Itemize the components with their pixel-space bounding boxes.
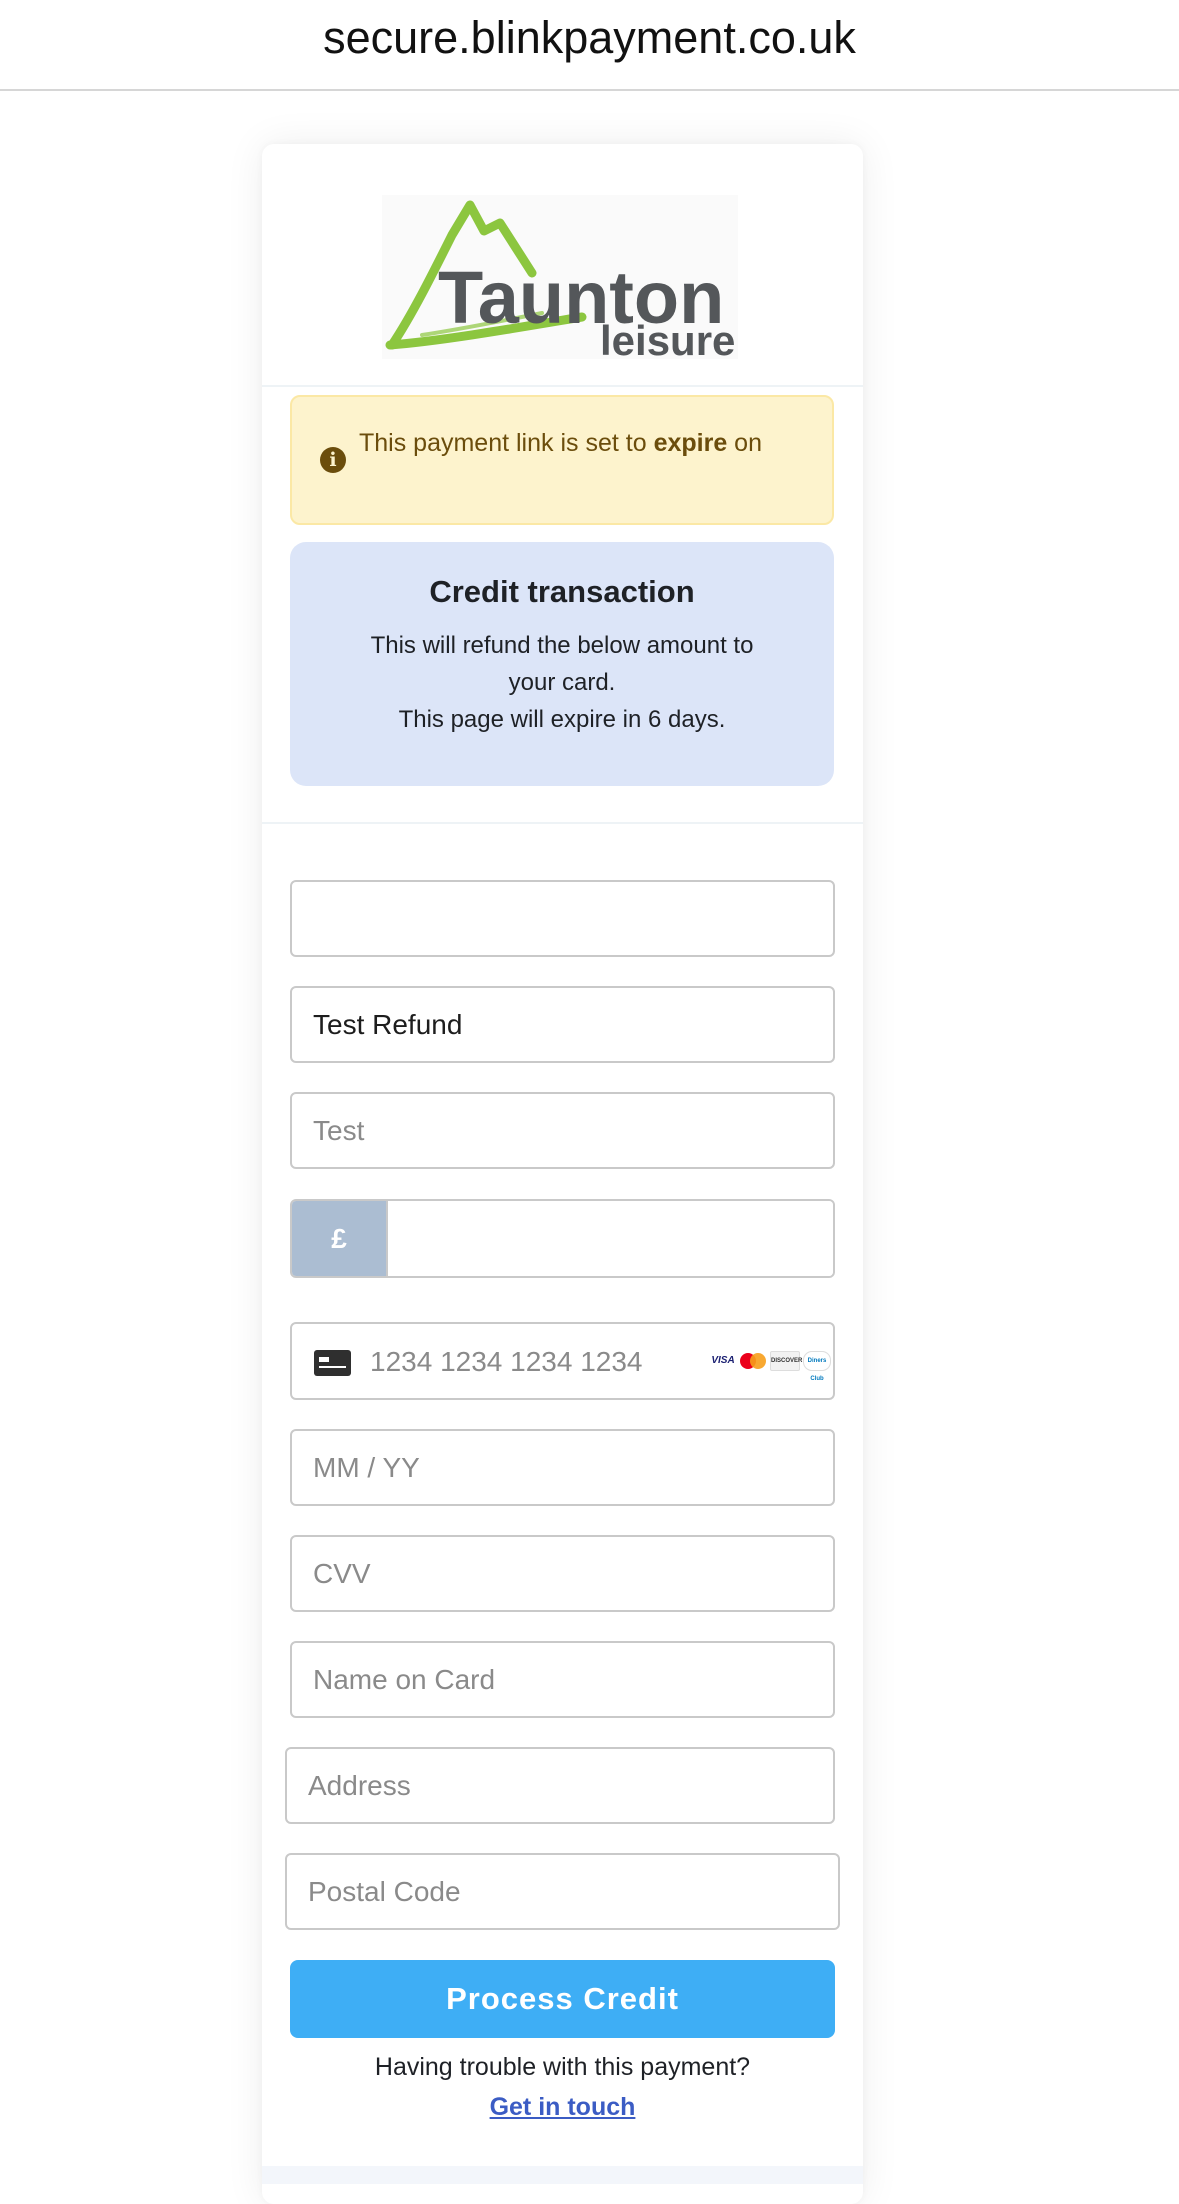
info-icon: i — [320, 447, 346, 473]
alert-text-bold: expire — [653, 429, 728, 457]
card-brands: VISA DISCOVER Diners Club — [710, 1351, 831, 1382]
credit-line-1: This will refund the below amount to — [370, 632, 754, 659]
notes-input[interactable] — [290, 1092, 835, 1169]
form-divider — [262, 822, 863, 824]
discover-icon: DISCOVER — [770, 1351, 802, 1371]
expiry-input[interactable] — [290, 1429, 835, 1506]
reference-input[interactable] — [290, 880, 835, 957]
credit-line-2: your card. — [508, 669, 616, 696]
taunton-leisure-logo: Taunton leisure — [382, 195, 738, 364]
name-on-card-input[interactable] — [290, 1641, 835, 1718]
mastercard-icon — [739, 1352, 767, 1370]
get-in-touch-link[interactable]: Get in touch — [262, 2093, 863, 2122]
description-input[interactable] — [290, 986, 835, 1063]
logo-graphic: Taunton leisure — [385, 200, 735, 364]
logo-word-leisure: leisure — [600, 317, 735, 359]
cvv-input[interactable] — [290, 1535, 835, 1612]
postal-code-input[interactable] — [285, 1853, 840, 1930]
card-footer-strip — [262, 2166, 863, 2184]
credit-transaction-panel: Credit transaction This will refund the … — [290, 542, 834, 786]
address-input[interactable] — [285, 1747, 835, 1824]
card-number-field[interactable]: VISA DISCOVER Diners Club — [290, 1322, 835, 1400]
header-divider — [262, 385, 863, 387]
currency-symbol: £ — [292, 1201, 388, 1276]
amount-field[interactable]: £ — [290, 1199, 835, 1278]
diners-club-icon: Diners Club — [803, 1351, 831, 1382]
url-text: secure.blinkpayment.co.uk — [323, 11, 856, 63]
card-number-input[interactable] — [368, 1328, 672, 1396]
credit-title: Credit transaction — [429, 574, 695, 609]
expiry-alert: i This payment link is set to expire on — [290, 395, 834, 525]
credit-line-3: This page will expire in 6 days. — [398, 706, 726, 733]
alert-text-before: This payment link is set to — [359, 429, 654, 457]
trouble-text: Having trouble with this payment? — [374, 2053, 751, 2081]
alert-message: This payment link is set to expire on — [359, 429, 762, 458]
visa-icon: VISA — [711, 1355, 735, 1366]
process-credit-button[interactable]: Process Credit — [290, 1960, 835, 2038]
amount-input[interactable] — [388, 1201, 833, 1276]
credit-card-icon — [314, 1350, 351, 1376]
browser-address-bar[interactable]: secure.blinkpayment.co.uk — [0, 0, 1179, 91]
alert-text-after: on — [727, 429, 762, 457]
